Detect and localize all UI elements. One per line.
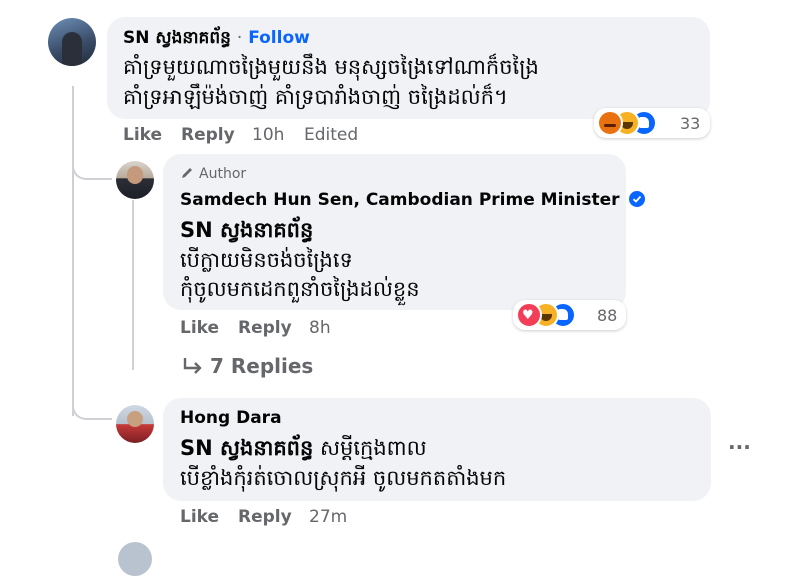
avatar[interactable]	[116, 405, 154, 443]
pen-icon	[180, 166, 194, 180]
follow-button[interactable]: Follow	[248, 28, 310, 48]
comment-bubble-2: Author Samdech Hun Sen, Cambodian Prime …	[163, 154, 646, 310]
reaction-count: 33	[680, 114, 701, 133]
timestamp[interactable]: 10h	[252, 125, 284, 145]
mention-tag[interactable]: SN ស្វងនាគព័ន្ធ	[180, 436, 313, 460]
reaction-summary[interactable]: 33	[594, 108, 710, 138]
like-button[interactable]: Like	[123, 125, 162, 145]
reply-button[interactable]: Reply	[181, 125, 235, 145]
separator: ·	[236, 28, 243, 48]
reaction-summary[interactable]: ♥ 88	[513, 300, 626, 330]
verified-badge-icon	[629, 191, 646, 207]
reply-arrow-icon	[182, 356, 204, 376]
avatar-face	[127, 411, 143, 427]
author-badge: Author	[180, 166, 246, 182]
comment-bubble-3: Hong Dara SN ស្វងនាគព័ន្ធ សម្ដីក្មេងពាល …	[163, 398, 711, 501]
avatar[interactable]	[116, 161, 154, 199]
comment-text-line-1: SN ស្វងនាគព័ន្ធ សម្ដីក្មេងពាល	[180, 434, 427, 462]
avatar[interactable]	[118, 542, 152, 576]
thread-curve-author	[72, 150, 112, 180]
comment-text-line-2: កុំចូលមកដេកពួនាំចង្រៃដល់ខ្លួន	[180, 277, 420, 301]
comment-author[interactable]: Hong Dara	[180, 408, 282, 428]
mention-tag[interactable]: SN ស្វងនាគព័ន្ធ	[180, 216, 313, 244]
comment-author[interactable]: SN ស្វងនាគព័ន្ធ · Follow	[123, 27, 310, 52]
avatar-face	[127, 166, 143, 184]
comment-author[interactable]: Samdech Hun Sen, Cambodian Prime Ministe…	[180, 190, 646, 210]
comment-text-line-2: គាំទ្រអាឡឹម៉ង់ចាញ់ គាំទ្របារាំងចាញ់ ចង្រ…	[123, 85, 508, 109]
like-button[interactable]: Like	[180, 507, 219, 527]
thread-curve-hongdara	[72, 390, 112, 420]
view-replies-link[interactable]: 7 Replies	[182, 354, 313, 378]
timestamp[interactable]: 8h	[309, 318, 331, 338]
reply-button[interactable]: Reply	[238, 507, 292, 527]
avatar-figure	[62, 32, 82, 66]
reaction-count: 88	[597, 306, 618, 325]
comment-text: សម្ដីក្មេងពាល	[313, 436, 427, 460]
avatar[interactable]	[48, 18, 96, 66]
comment-text-line-2: បើខ្លាំងកុំរត់ចោលស្រុកអី ចូលមកតតាំងមក	[180, 466, 507, 490]
edited-label: Edited	[304, 125, 359, 145]
comment-text-line-1: គាំទ្រមួយណាចង្រៃមួយនឹង មនុស្សចង្រៃទៅណាក៏…	[123, 55, 539, 79]
timestamp[interactable]: 27m	[309, 507, 347, 527]
love-icon: ♥	[516, 302, 542, 328]
like-button[interactable]: Like	[180, 318, 219, 338]
comment-bubble-1: SN ស្វងនាគព័ន្ធ · Follow គាំទ្រមួយណាចង្រ…	[107, 17, 710, 119]
thread-line-main	[72, 86, 74, 416]
reply-button[interactable]: Reply	[238, 318, 292, 338]
more-options-button[interactable]: ···	[728, 435, 751, 459]
angry-icon	[597, 110, 623, 136]
comment-text-line-1: បើក្លាយមិនចង់ចង្រៃទេ	[180, 248, 353, 272]
